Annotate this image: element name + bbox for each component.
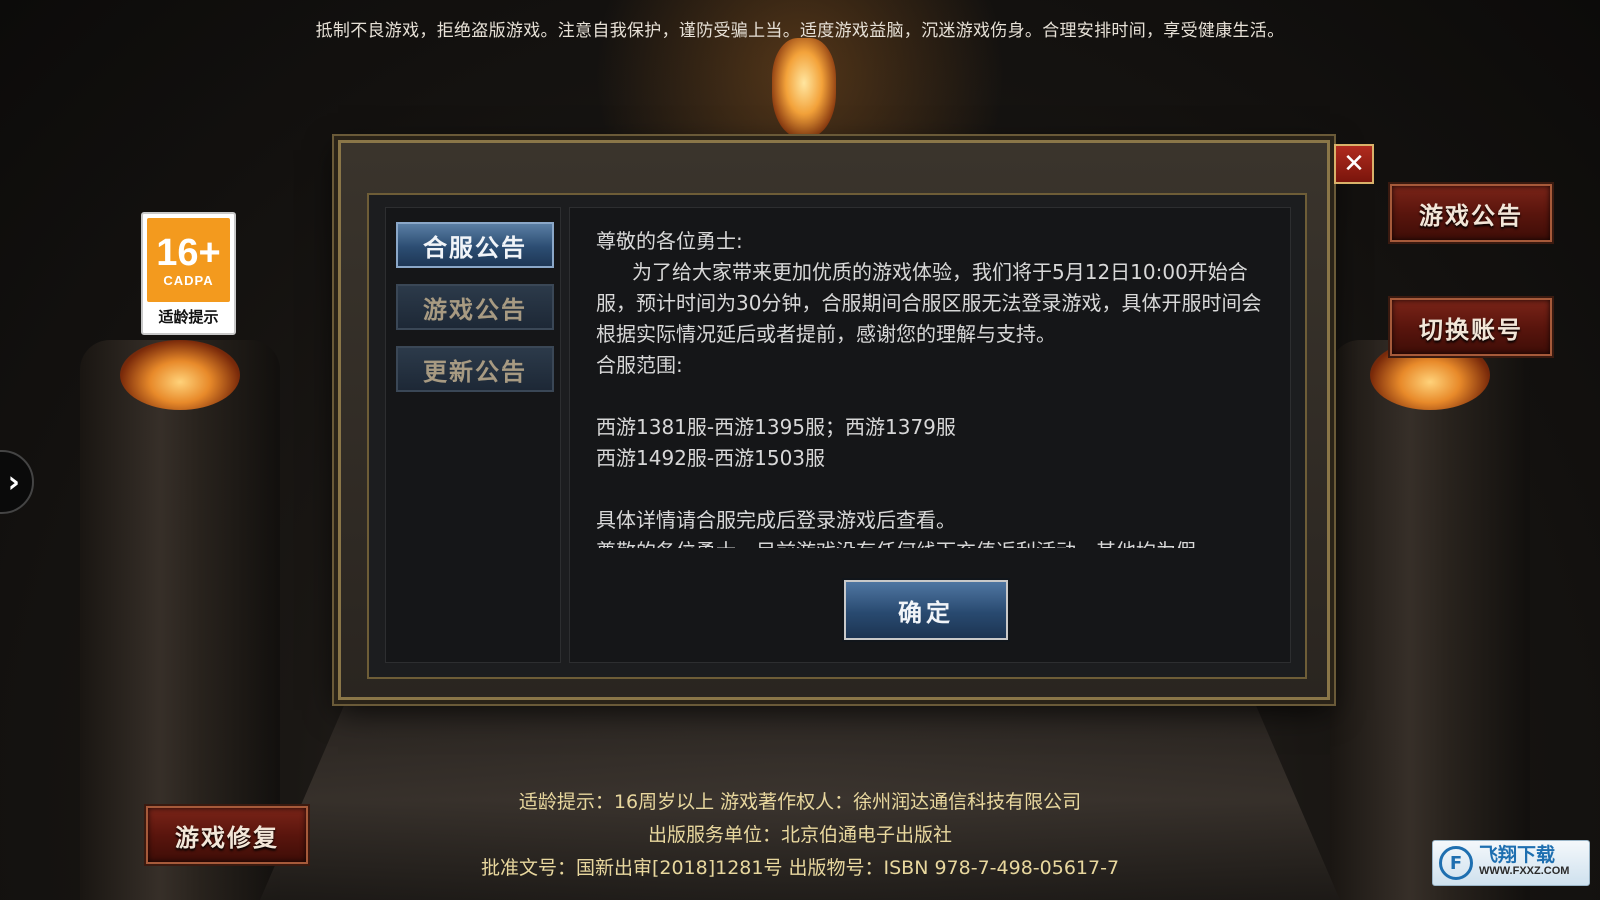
- publisher-info: 适龄提示：16周岁以上 游戏著作权人：徐州润达通信科技有限公司 出版服务单位：北…: [0, 786, 1600, 885]
- dialog-body: 合服公告 游戏公告 更新公告 尊敬的各位勇士: 为了给大家带来更加优质的游戏体验…: [367, 193, 1307, 679]
- watermark-text: 飞翔下载 WWW.FXXZ.COM: [1479, 844, 1570, 879]
- announcement-text[interactable]: 尊敬的各位勇士: 为了给大家带来更加优质的游戏体验，我们将于5月12日10:00…: [596, 226, 1266, 548]
- age-rating-org: CADPA: [163, 272, 214, 288]
- announcement-paragraph: 为了给大家带来更加优质的游戏体验，我们将于5月12日10:00开始合服，预计时间…: [596, 260, 1262, 346]
- merge-scope-line: 西游1492服-西游1503服: [596, 446, 826, 470]
- age-rating-label: 适龄提示: [158, 308, 219, 326]
- age-rating-box: 16+ CADPA: [147, 218, 230, 302]
- switch-account-button[interactable]: 切换账号: [1390, 298, 1552, 356]
- publisher-info-line: 出版服务单位：北京伯通电子出版社: [647, 824, 952, 846]
- announcement-dialog: 合服公告 游戏公告 更新公告 尊敬的各位勇士: 为了给大家带来更加优质的游戏体验…: [338, 140, 1330, 700]
- announcement-tab-list: 合服公告 游戏公告 更新公告: [385, 207, 561, 663]
- close-dialog-button[interactable]: ✕: [1334, 144, 1374, 184]
- merge-scope-line: 西游1381服-西游1395服；西游1379服: [596, 415, 956, 439]
- publisher-info-line: 适龄提示：16周岁以上 游戏著作权人：徐州润达通信科技有限公司: [518, 791, 1082, 813]
- confirm-button[interactable]: 确定: [844, 580, 1008, 640]
- tab-game-notice[interactable]: 游戏公告: [396, 284, 554, 330]
- announcement-cutoff-line: 尊敬的各位勇士，目前游戏没有任何线下充值返利活动，其他均为假: [596, 536, 1266, 548]
- chevron-right-icon: ›: [7, 464, 20, 500]
- age-rating-number: 16+: [156, 231, 221, 274]
- hanging-lamp: [772, 38, 836, 138]
- merge-scope-label: 合服范围:: [596, 353, 683, 377]
- tab-update-notice[interactable]: 更新公告: [396, 346, 554, 392]
- announcement-content-panel: 尊敬的各位勇士: 为了给大家带来更加优质的游戏体验，我们将于5月12日10:00…: [569, 207, 1291, 663]
- tab-server-merge-notice[interactable]: 合服公告: [396, 222, 554, 268]
- age-rating-badge[interactable]: 16+ CADPA 适龄提示: [141, 212, 236, 335]
- announcement-greeting: 尊敬的各位勇士:: [596, 229, 743, 253]
- health-warning-text: 抵制不良游戏，拒绝盗版游戏。注意自我保护，谨防受骗上当。适度游戏益脑，沉迷游戏伤…: [315, 21, 1285, 41]
- watermark-url: WWW.FXXZ.COM: [1479, 865, 1570, 877]
- brazier-fire-left: [120, 340, 240, 410]
- watermark-logo-icon: F: [1439, 846, 1473, 880]
- site-watermark: F 飞翔下载 WWW.FXXZ.COM: [1432, 840, 1590, 886]
- close-icon: ✕: [1343, 149, 1365, 179]
- watermark-name: 飞翔下载: [1479, 844, 1556, 866]
- announcement-details: 具体详情请合服完成后登录游戏后查看。: [596, 508, 956, 532]
- publisher-info-line: 批准文号：国新出审[2018]1281号 出版物号：ISBN 978-7-498…: [480, 857, 1120, 879]
- expand-side-panel-button[interactable]: ›: [0, 450, 34, 514]
- game-notice-button[interactable]: 游戏公告: [1390, 184, 1552, 242]
